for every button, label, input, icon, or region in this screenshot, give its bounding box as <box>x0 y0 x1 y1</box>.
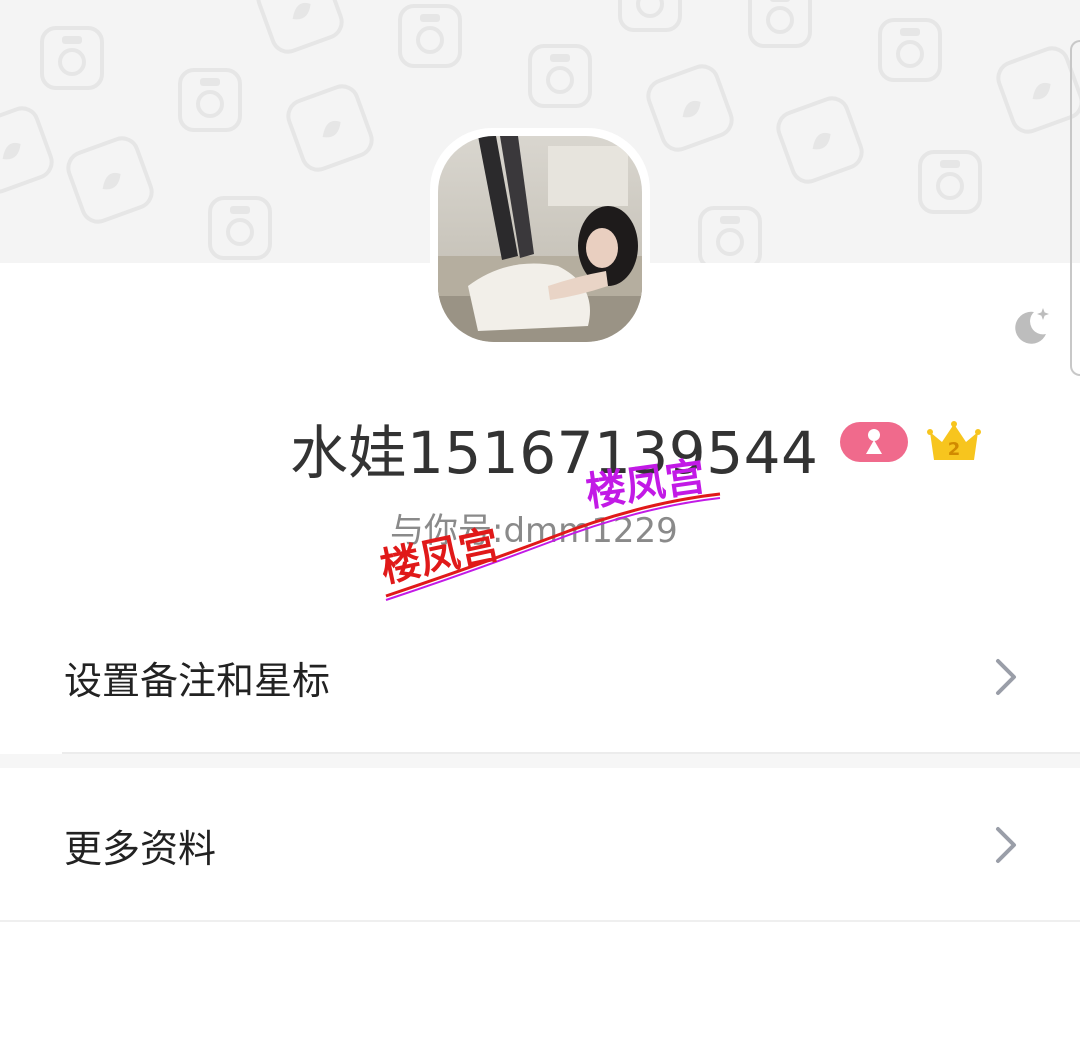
avatar-photo <box>438 136 642 342</box>
divider <box>0 920 1080 922</box>
svg-text:楼凤宫: 楼凤宫 <box>583 454 708 516</box>
gender-badge-icon <box>840 420 908 464</box>
avatar[interactable] <box>430 128 650 350</box>
set-remark-star-label: 设置备注和星标 <box>64 658 331 703</box>
set-remark-star-row[interactable]: 设置备注和星标 <box>0 602 1080 752</box>
section-gap <box>0 754 1080 768</box>
more-info-row[interactable]: 更多资料 <box>0 770 1080 920</box>
more-info-label: 更多资料 <box>64 826 217 871</box>
watermark: 楼凤宫 楼凤宫 <box>377 448 730 608</box>
side-panel-edge <box>1070 40 1080 376</box>
moon-star-icon[interactable] <box>1008 304 1052 348</box>
svg-text:2: 2 <box>948 439 961 460</box>
chevron-right-icon <box>996 827 1016 863</box>
crown-icon: 2 <box>926 418 982 466</box>
chevron-right-icon <box>996 659 1016 695</box>
